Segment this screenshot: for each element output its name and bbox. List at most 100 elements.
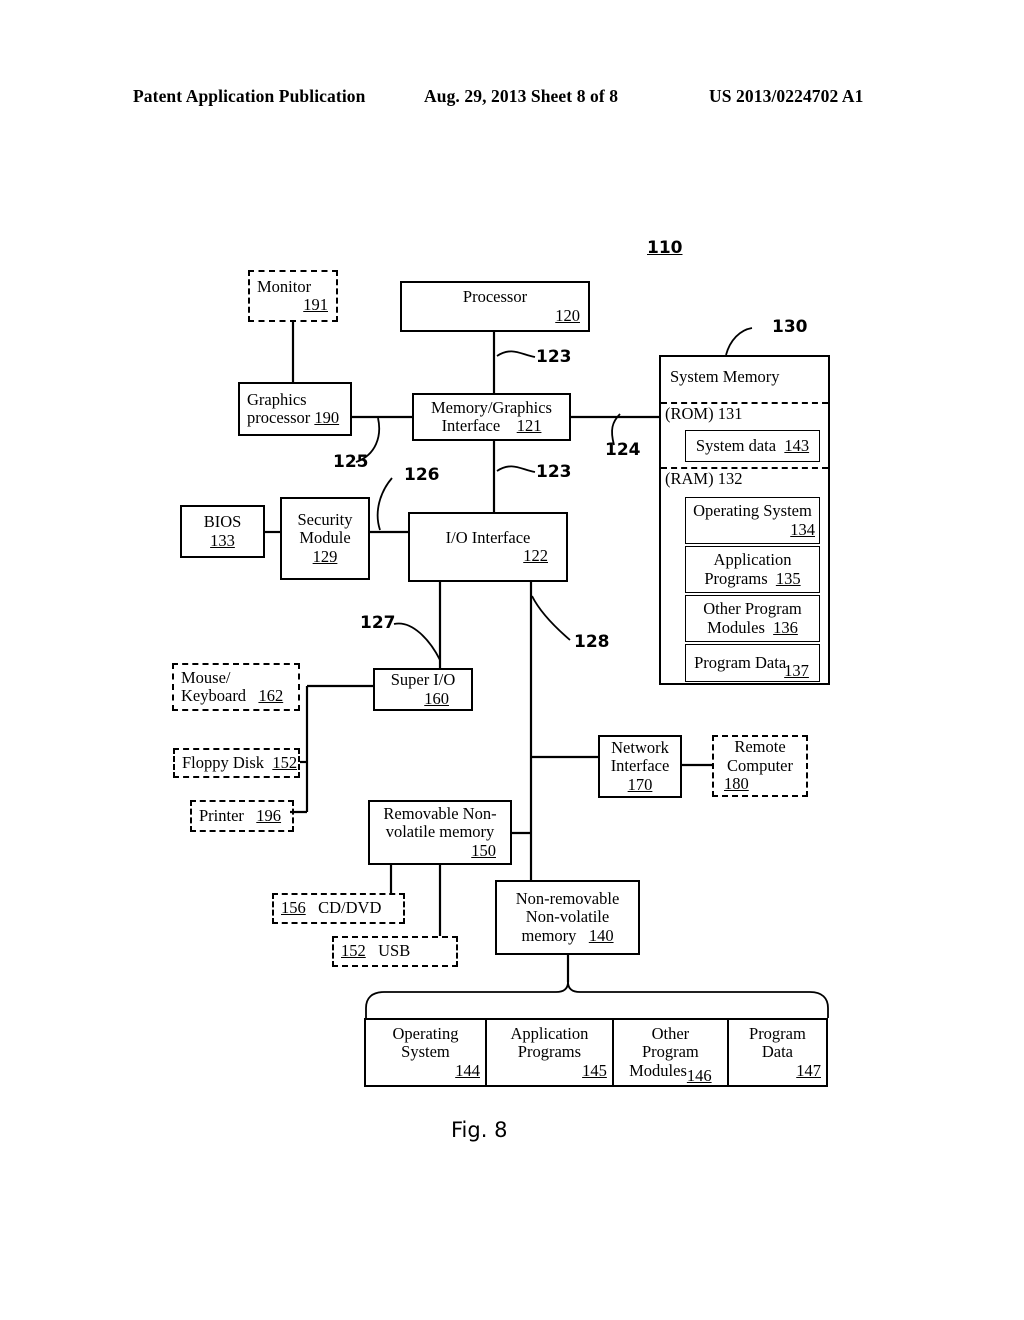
super-io-ref: 160 xyxy=(424,688,449,708)
super-io-label: Super I/O xyxy=(390,670,456,690)
cell145-line2: Programs xyxy=(517,1042,582,1062)
table-cell-application-programs: Application Programs 145 xyxy=(487,1020,614,1085)
security-ref: 129 xyxy=(312,546,338,566)
floppy-disk-label: Floppy Disk xyxy=(182,752,265,772)
table-cell-operating-system: Operating System 144 xyxy=(366,1020,487,1085)
mouse-keyboard-line2: Keyboard xyxy=(181,686,247,705)
figure-system-ref-110: 110 xyxy=(647,238,683,258)
memgfx-ref: 121 xyxy=(516,416,542,435)
block-floppy-disk: Floppy Disk 152 xyxy=(173,748,300,778)
cell144-line2: System xyxy=(401,1042,450,1062)
opm136-line2: Modules xyxy=(707,617,765,637)
cell144-ref: 144 xyxy=(455,1060,480,1080)
bus-ref-127: 127 xyxy=(360,613,396,633)
block-system-memory: System Memory (ROM) 131 System data 143 … xyxy=(659,355,830,685)
bus-ref-126: 126 xyxy=(404,465,440,485)
cd-dvd-ref: 156 xyxy=(281,898,306,918)
mouse-keyboard-ref: 162 xyxy=(258,686,284,705)
floppy-disk-ref: 152 xyxy=(272,752,298,772)
block-security-module: Security Module 129 xyxy=(280,497,370,580)
nonremovable-line2: Non-volatile xyxy=(525,907,610,927)
security-line1: Security xyxy=(297,509,353,529)
bus-ref-123-bottom: 123 xyxy=(536,462,572,482)
block-usb: 152 USB xyxy=(332,936,458,967)
block-memory-graphics-interface: Memory/Graphics Interface 121 xyxy=(412,393,571,441)
cell146-line3: Modules xyxy=(629,1060,687,1080)
block-operating-system-134: Operating System 134 xyxy=(685,497,820,544)
block-processor: Processor 120 xyxy=(400,281,590,332)
block-system-data: System data 143 xyxy=(685,430,820,462)
security-line2: Module xyxy=(299,528,351,548)
block-super-io: Super I/O 160 xyxy=(373,668,473,711)
graphics-processor-ref: 190 xyxy=(314,408,340,427)
block-bios: BIOS 133 xyxy=(180,505,265,558)
ram-label: (RAM) xyxy=(665,469,714,488)
block-cd-dvd: 156 CD/DVD xyxy=(272,893,405,924)
block-program-data-137: Program Data137 xyxy=(685,644,820,682)
usb-label: USB xyxy=(378,941,411,961)
nonremovable-line3: memory xyxy=(521,925,577,945)
cell146-line2: Program xyxy=(641,1042,699,1062)
cell146-ref: 146 xyxy=(686,1065,712,1085)
rom-label: (ROM) xyxy=(665,404,714,423)
table-cell-other-program-modules: Other Program Modules146 xyxy=(614,1020,729,1085)
usb-ref: 152 xyxy=(341,941,366,961)
figure-8-block-diagram: 110 Monitor 191 Processor 120 Graphics p… xyxy=(0,0,1024,1320)
remote-ref: 180 xyxy=(724,774,749,794)
cell146-line1: Other xyxy=(651,1023,690,1043)
monitor-ref: 191 xyxy=(303,295,328,314)
ram-ref: 132 xyxy=(717,469,743,488)
printer-ref: 196 xyxy=(256,805,282,825)
io-interface-ref: 122 xyxy=(523,546,548,565)
rom-label-group: (ROM) 131 xyxy=(665,404,742,423)
printer-label: Printer xyxy=(199,805,244,825)
cd-dvd-label: CD/DVD xyxy=(318,898,382,918)
bios-ref: 133 xyxy=(210,530,235,550)
app135-ref: 135 xyxy=(775,568,801,588)
mouse-keyboard-line1: Mouse/ xyxy=(181,667,231,687)
monitor-label: Monitor xyxy=(257,276,312,296)
bus-ref-123-top: 123 xyxy=(536,347,572,367)
os134-label: Operating System xyxy=(693,501,812,521)
table-cell-program-data: Program Data 147 xyxy=(729,1020,826,1085)
bios-label: BIOS xyxy=(203,512,242,532)
memgfx-line2: Interface 121 xyxy=(441,416,542,435)
cell147-ref: 147 xyxy=(796,1060,821,1080)
system-data-label: System data xyxy=(695,435,777,455)
figure-caption: Fig. 8 xyxy=(451,1118,508,1142)
io-interface-label: I/O Interface xyxy=(445,527,531,547)
bus-ref-124: 124 xyxy=(605,440,641,460)
system-memory-title: System Memory xyxy=(670,367,780,386)
remote-line2: Computer xyxy=(727,755,793,775)
ram-label-group: (RAM) 132 xyxy=(665,469,743,488)
opm136-ref: 136 xyxy=(773,617,798,637)
app135-line2: Programs xyxy=(704,568,768,588)
block-application-programs-135: Application Programs 135 xyxy=(685,546,820,593)
connector-lines xyxy=(265,322,829,1018)
pd137-ref: 137 xyxy=(784,660,809,680)
bus-ref-130: 130 xyxy=(772,317,808,337)
cell144-line1: Operating xyxy=(392,1023,459,1043)
opm136-line1: Other Program xyxy=(703,599,802,619)
block-remote-computer: Remote Computer 180 xyxy=(712,735,808,797)
removable-line1: Removable Non- xyxy=(383,803,497,823)
bus-ref-128: 128 xyxy=(574,632,610,652)
cell147-line1: Program xyxy=(749,1023,806,1043)
processor-label: Processor xyxy=(462,287,528,307)
graphics-processor-line1: Graphics xyxy=(247,389,307,409)
bus-ref-125: 125 xyxy=(333,452,369,472)
os134-ref: 134 xyxy=(790,519,815,539)
graphics-processor-line2: processor 190 xyxy=(247,408,340,427)
processor-ref: 120 xyxy=(555,305,580,325)
pd137-label: Program Data xyxy=(694,652,787,672)
system-data-ref: 143 xyxy=(784,435,810,455)
network-line1: Network xyxy=(611,737,669,757)
remote-line1: Remote xyxy=(734,737,786,757)
block-other-program-modules-136: Other Program Modules 136 xyxy=(685,595,820,642)
block-graphics-processor: Graphics processor 190 xyxy=(238,382,352,436)
block-monitor: Monitor 191 xyxy=(248,270,338,322)
removable-line2: volatile memory xyxy=(385,822,495,842)
network-line2: Interface xyxy=(610,756,670,776)
cell145-line1: Application xyxy=(510,1023,589,1043)
storage-contents-table: Operating System 144 Application Program… xyxy=(364,1018,828,1087)
